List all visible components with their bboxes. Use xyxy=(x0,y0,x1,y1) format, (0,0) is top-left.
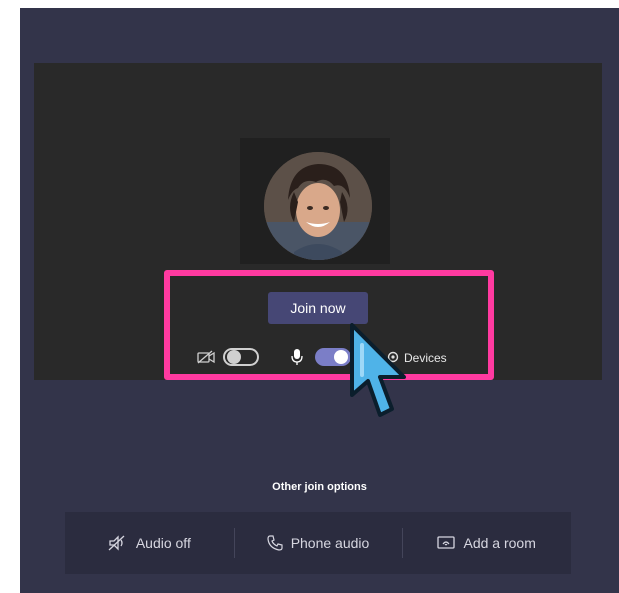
camera-off-icon[interactable] xyxy=(197,350,215,364)
microphone-toggle-knob xyxy=(334,350,348,364)
other-join-options: Audio off Phone audio Add a room xyxy=(65,512,571,574)
cast-icon xyxy=(437,536,456,549)
avatar-photo xyxy=(264,152,372,260)
teams-prejoin-screen: Join now Devices Other join options Audi… xyxy=(20,8,619,593)
add-a-room-label: Add a room xyxy=(463,535,536,551)
other-join-options-title: Other join options xyxy=(272,481,367,493)
devices-button[interactable]: Devices xyxy=(404,351,447,365)
audio-off-option[interactable]: Audio off xyxy=(65,512,234,574)
audio-off-label: Audio off xyxy=(135,535,191,551)
phone-icon xyxy=(267,535,283,551)
phone-audio-label: Phone audio xyxy=(290,535,370,551)
camera-toggle[interactable] xyxy=(223,348,259,366)
camera-toggle-knob xyxy=(227,350,241,364)
pointer-cursor-icon xyxy=(350,323,406,417)
avatar xyxy=(264,152,372,260)
microphone-icon[interactable] xyxy=(290,348,304,366)
microphone-toggle[interactable] xyxy=(315,348,351,366)
phone-audio-option[interactable]: Phone audio xyxy=(233,512,403,574)
speaker-off-icon xyxy=(108,535,125,551)
add-a-room-option[interactable]: Add a room xyxy=(402,512,571,574)
join-now-button[interactable]: Join now xyxy=(268,292,368,324)
